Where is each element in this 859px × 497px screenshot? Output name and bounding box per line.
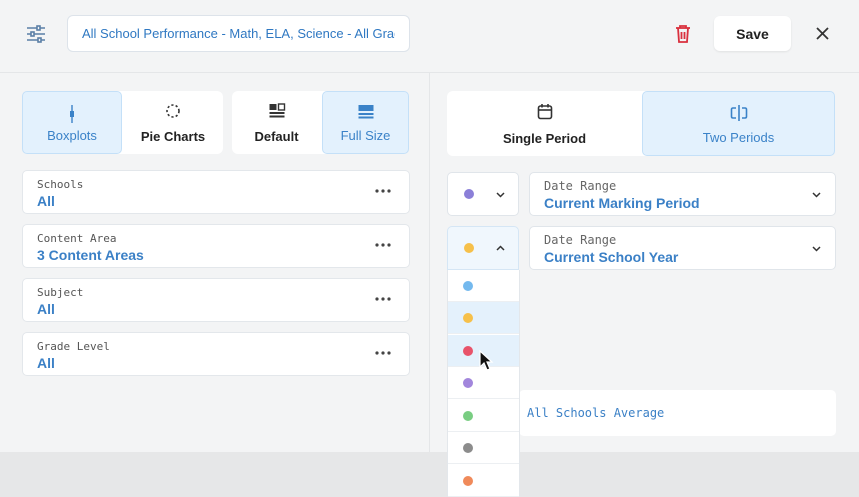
field-label: Content Area — [37, 232, 117, 245]
close-icon[interactable] — [814, 25, 831, 42]
single-period-label: Single Period — [502, 131, 587, 146]
field-label: Schools — [37, 178, 84, 191]
color-swatch — [463, 378, 473, 388]
delete-trash-icon[interactable] — [674, 24, 692, 44]
chevron-down-icon — [496, 192, 505, 198]
period-1-color-select[interactable] — [447, 172, 519, 216]
single-period-toggle[interactable]: Single Period — [447, 91, 642, 156]
chevron-down-icon — [812, 192, 821, 198]
color-swatch — [463, 313, 473, 323]
footer-area — [0, 452, 859, 497]
chevron-down-icon — [812, 246, 821, 252]
two-periods-label: Two Periods — [702, 130, 775, 145]
boxplots-label: Boxplots — [47, 128, 97, 143]
two-periods-toggle[interactable]: Two Periods — [642, 91, 835, 156]
field-value: 3 Content Areas — [37, 247, 144, 263]
period-1-color-dot — [464, 189, 474, 199]
column-divider — [429, 72, 430, 452]
color-option-blue[interactable] — [448, 270, 519, 302]
color-option-green[interactable] — [448, 400, 519, 432]
calendar-icon — [537, 104, 552, 120]
color-swatch — [463, 346, 473, 356]
color-option-gray[interactable] — [448, 432, 519, 464]
save-button[interactable]: Save — [714, 16, 791, 51]
pie-chart-icon — [166, 104, 180, 118]
color-swatch — [463, 476, 473, 486]
boxplot-icon — [70, 105, 74, 123]
color-dropdown-list — [447, 270, 520, 497]
color-swatch — [463, 281, 473, 291]
field-value: All — [37, 301, 55, 317]
pie-charts-toggle[interactable]: Pie Charts — [123, 91, 223, 154]
full-size-label: Full Size — [340, 128, 391, 143]
default-size-toggle[interactable]: Default — [232, 91, 321, 154]
compare-periods-icon — [730, 105, 747, 121]
mouse-cursor-icon — [479, 350, 494, 371]
report-title-input[interactable] — [67, 15, 410, 52]
date-range-label: Date Range — [544, 179, 617, 193]
more-options-icon[interactable] — [375, 297, 391, 301]
full-size-toggle[interactable]: Full Size — [322, 91, 409, 154]
more-options-icon[interactable] — [375, 351, 391, 355]
date-range-value: Current School Year — [544, 249, 679, 265]
report-settings-panel: Save Boxplots Pie Charts — [0, 0, 859, 452]
filter-settings-icon[interactable] — [26, 25, 46, 43]
pie-charts-label: Pie Charts — [140, 129, 206, 144]
content-area-filter[interactable]: Content Area 3 Content Areas — [22, 224, 410, 268]
grade-level-filter[interactable]: Grade Level All — [22, 332, 410, 376]
chart-type-toggle-group: Boxplots Pie Charts — [22, 91, 223, 154]
date-range-label: Date Range — [544, 233, 617, 247]
period-mode-toggle-group: Single Period Two Periods — [447, 91, 835, 156]
period-2-color-dot — [464, 243, 474, 253]
color-option-yellow[interactable] — [448, 302, 519, 334]
full-size-layout-icon — [358, 105, 373, 119]
color-option-orange[interactable] — [448, 465, 519, 497]
default-layout-icon — [269, 103, 285, 118]
period-1-date-range[interactable]: Date Range Current Marking Period — [529, 172, 836, 216]
all-schools-average-toggle[interactable]: All Schools Average — [519, 390, 836, 436]
more-options-icon[interactable] — [375, 189, 391, 193]
period-2-color-select[interactable] — [447, 226, 519, 270]
schools-filter[interactable]: Schools All — [22, 170, 410, 214]
default-label: Default — [254, 129, 299, 144]
more-options-icon[interactable] — [375, 243, 391, 247]
boxplots-toggle[interactable]: Boxplots — [22, 91, 122, 154]
field-label: Subject — [37, 286, 84, 299]
field-value: All — [37, 193, 55, 209]
date-range-value: Current Marking Period — [544, 195, 700, 211]
field-value: All — [37, 355, 55, 371]
color-swatch — [463, 443, 473, 453]
chevron-up-icon — [496, 245, 505, 251]
subject-filter[interactable]: Subject All — [22, 278, 410, 322]
period-2-date-range[interactable]: Date Range Current School Year — [529, 226, 836, 270]
field-label: Grade Level — [37, 340, 110, 353]
size-mode-toggle-group: Default Full Size — [232, 91, 409, 154]
color-swatch — [463, 411, 473, 421]
